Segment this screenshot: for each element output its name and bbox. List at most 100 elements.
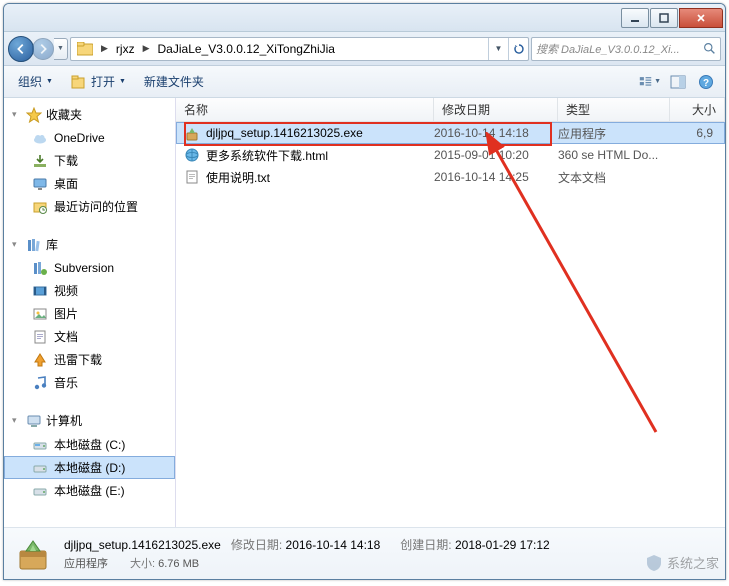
- details-date: 2016-10-14 14:18: [286, 538, 381, 552]
- file-name: 使用说明.txt: [206, 169, 270, 186]
- nav-history-dropdown[interactable]: ▼: [54, 38, 68, 60]
- details-filetype: 应用程序: [64, 555, 108, 571]
- sidebar-item-label: 本地磁盘 (D:): [54, 459, 125, 476]
- details-created: 2018-01-29 17:12: [455, 538, 550, 552]
- refresh-button[interactable]: [508, 38, 528, 60]
- xl-icon: [32, 352, 48, 368]
- open-icon: [71, 74, 87, 90]
- file-name: djljpq_setup.1416213025.exe: [206, 126, 363, 140]
- svg-text:?: ?: [703, 78, 709, 89]
- sidebar-item-label: 文档: [54, 328, 78, 345]
- sidebar-item[interactable]: 图片: [4, 302, 175, 325]
- file-row[interactable]: 使用说明.txt 2016-10-14 14:25文本文档: [176, 166, 725, 188]
- desktop-icon: [32, 176, 48, 192]
- file-type: 文本文档: [558, 169, 670, 186]
- sidebar-item-label: 下载: [54, 152, 78, 169]
- search-input[interactable]: 搜索 DaJiaLe_V3.0.0.12_Xi...: [531, 37, 721, 61]
- sidebar-item[interactable]: 本地磁盘 (C:): [4, 433, 175, 456]
- file-row[interactable]: 更多系统软件下载.html 2015-09-01 10:20360 se HTML…: [176, 144, 725, 166]
- details-pane: djljpq_setup.1416213025.exe 修改日期: 2016-1…: [4, 527, 725, 579]
- column-name[interactable]: 名称: [176, 98, 434, 121]
- file-type: 360 se HTML Do...: [558, 148, 670, 162]
- sidebar-item[interactable]: 最近访问的位置: [4, 195, 175, 218]
- chevron-down-icon: ▼: [46, 78, 53, 85]
- chevron-right-icon: ▶: [99, 43, 110, 54]
- titlebar: [4, 4, 725, 32]
- sidebar-item-label: 音乐: [54, 374, 78, 391]
- libraries-icon: [26, 237, 42, 253]
- forward-button[interactable]: [32, 38, 54, 60]
- sidebar-item-label: 迅雷下载: [54, 351, 102, 368]
- sidebar-item-label: 桌面: [54, 175, 78, 192]
- sidebar-item-label: 本地磁盘 (C:): [54, 436, 125, 453]
- sidebar-group-computer[interactable]: ▾ 计算机: [4, 408, 175, 433]
- column-date[interactable]: 修改日期: [434, 98, 558, 121]
- file-date: 2015-09-01 10:20: [434, 148, 558, 162]
- details-date-label: 修改日期:: [231, 538, 282, 552]
- chevron-down-icon: ▾: [12, 239, 22, 250]
- star-icon: [26, 107, 42, 123]
- sidebar-item[interactable]: 视频: [4, 279, 175, 302]
- column-size[interactable]: 大小: [670, 98, 725, 121]
- music-icon: [32, 375, 48, 391]
- explorer-window: ▼ ▶ rjxz ▶ DaJiaLe_V3.0.0.12_XiTongZhiJi…: [3, 3, 726, 580]
- view-options-button[interactable]: ▼: [639, 71, 661, 93]
- sidebar-item[interactable]: 音乐: [4, 371, 175, 394]
- file-date: 2016-10-14 14:25: [434, 170, 558, 184]
- address-bar: ▼ ▶ rjxz ▶ DaJiaLe_V3.0.0.12_XiTongZhiJi…: [4, 32, 725, 66]
- sidebar-item[interactable]: 本地磁盘 (E:): [4, 479, 175, 502]
- new-folder-button[interactable]: 新建文件夹: [138, 70, 210, 93]
- sidebar-item[interactable]: 文档: [4, 325, 175, 348]
- sidebar-item[interactable]: Subversion: [4, 257, 175, 279]
- shield-icon: [645, 554, 663, 572]
- details-size-label: 大小:: [130, 558, 155, 570]
- file-html-icon: [184, 147, 200, 163]
- sidebar-label: 库: [46, 236, 58, 253]
- disk-icon: [32, 483, 48, 499]
- sidebar-item[interactable]: 桌面: [4, 172, 175, 195]
- cloud-icon: [32, 130, 48, 146]
- preview-pane-button[interactable]: [667, 71, 689, 93]
- help-button[interactable]: ?: [695, 71, 717, 93]
- close-button[interactable]: [679, 8, 723, 28]
- file-exe-icon: [14, 535, 52, 573]
- sidebar-item[interactable]: 迅雷下载: [4, 348, 175, 371]
- open-button[interactable]: 打开 ▼: [65, 70, 132, 93]
- file-list[interactable]: djljpq_setup.1416213025.exe 2016-10-14 14…: [176, 122, 725, 527]
- sidebar-item-label: 本地磁盘 (E:): [54, 482, 125, 499]
- details-size: 6.76 MB: [158, 558, 199, 570]
- sidebar-item-label: 视频: [54, 282, 78, 299]
- back-button[interactable]: [8, 36, 34, 62]
- maximize-button[interactable]: [650, 8, 678, 28]
- sidebar-group-libraries[interactable]: ▾ 库: [4, 232, 175, 257]
- minimize-button[interactable]: [621, 8, 649, 28]
- sidebar-item-label: OneDrive: [54, 131, 105, 145]
- chevron-down-icon: ▼: [119, 78, 126, 85]
- file-type: 应用程序: [558, 125, 670, 142]
- column-headers: 名称 修改日期 类型 大小: [176, 98, 725, 122]
- search-placeholder: 搜索 DaJiaLe_V3.0.0.12_Xi...: [536, 41, 680, 57]
- sidebar-item-label: 最近访问的位置: [54, 198, 138, 215]
- file-row[interactable]: djljpq_setup.1416213025.exe2016-10-14 14…: [176, 122, 725, 144]
- sidebar[interactable]: ▾ 收藏夹 OneDrive 下载桌面最近访问的位置 ▾ 库 Subversion…: [4, 98, 176, 527]
- breadcrumb-dropdown[interactable]: ▼: [488, 38, 508, 60]
- breadcrumb[interactable]: ▶ rjxz ▶ DaJiaLe_V3.0.0.12_XiTongZhiJia …: [70, 37, 529, 61]
- pic-icon: [32, 306, 48, 322]
- search-icon: [703, 42, 716, 55]
- sidebar-item-label: 图片: [54, 305, 78, 322]
- column-type[interactable]: 类型: [558, 98, 670, 121]
- sidebar-item[interactable]: OneDrive: [4, 127, 175, 149]
- organize-menu[interactable]: 组织 ▼: [12, 70, 59, 93]
- file-name: 更多系统软件下载.html: [206, 147, 328, 164]
- disk-icon: [32, 460, 48, 476]
- breadcrumb-root[interactable]: [71, 38, 99, 60]
- sidebar-group-favorites[interactable]: ▾ 收藏夹: [4, 102, 175, 127]
- sidebar-item[interactable]: 下载: [4, 149, 175, 172]
- doc-icon: [32, 329, 48, 345]
- sidebar-label: 计算机: [46, 412, 82, 429]
- breadcrumb-seg-0[interactable]: rjxz: [110, 38, 141, 60]
- breadcrumb-seg-1[interactable]: DaJiaLe_V3.0.0.12_XiTongZhiJia: [152, 38, 341, 60]
- sidebar-item[interactable]: 本地磁盘 (D:): [4, 456, 175, 479]
- video-icon: [32, 283, 48, 299]
- sidebar-label: 收藏夹: [46, 106, 82, 123]
